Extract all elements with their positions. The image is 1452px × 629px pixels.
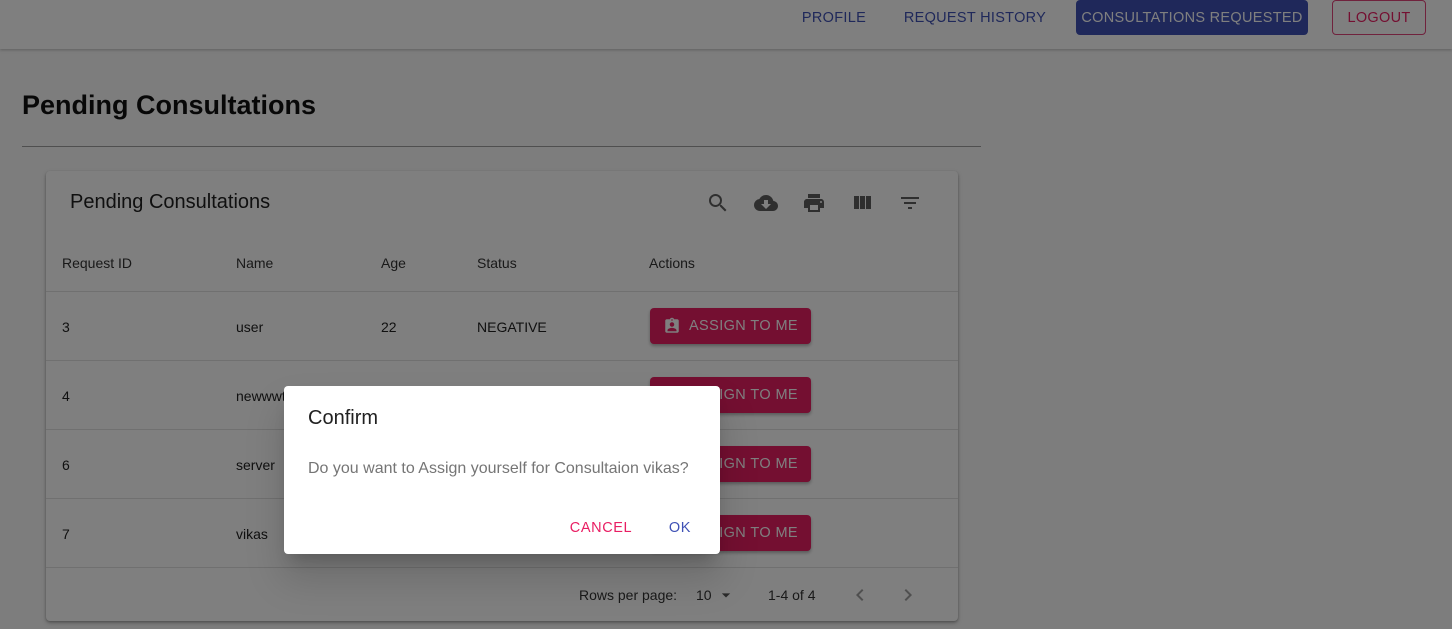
dialog-title: Confirm: [308, 407, 379, 429]
dialog-ok-button[interactable]: OK: [660, 513, 700, 543]
dialog-cancel-button[interactable]: CANCEL: [562, 513, 640, 543]
confirm-dialog: Confirm Do you want to Assign yourself f…: [284, 386, 720, 554]
modal-backdrop[interactable]: [0, 0, 1452, 629]
dialog-message: Do you want to Assign yourself for Consu…: [308, 460, 689, 477]
